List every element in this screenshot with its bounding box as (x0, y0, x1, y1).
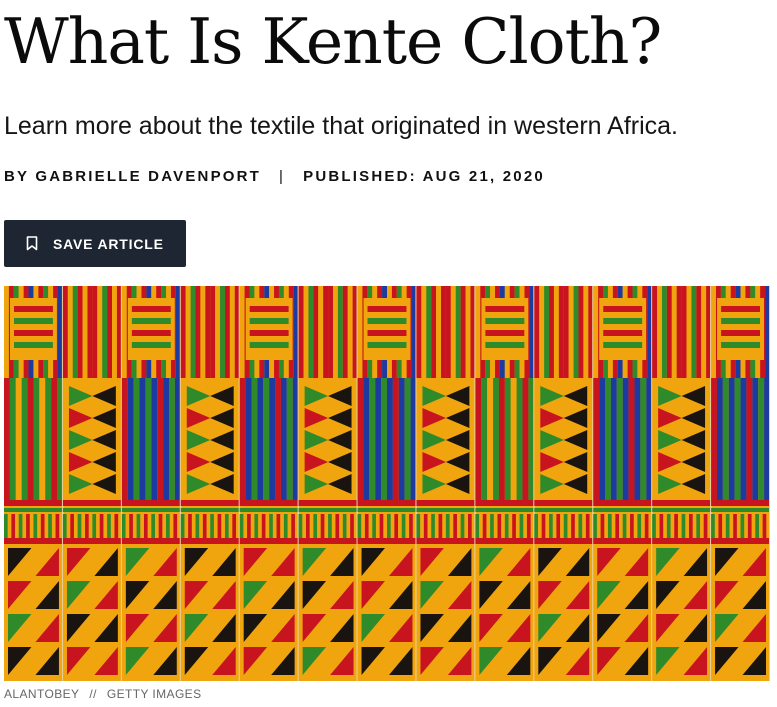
article-dek: Learn more about the textile that origin… (4, 112, 678, 140)
credit-separator: // (89, 687, 97, 701)
hero-image-kente-cloth (4, 286, 770, 681)
article-headline: What Is Kente Cloth? (4, 5, 662, 78)
publish-date: PUBLISHED: AUG 21, 2020 (303, 168, 545, 185)
byline: BY GABRIELLE DAVENPORT | PUBLISHED: AUG … (4, 167, 545, 187)
byline-separator: | (279, 168, 286, 185)
credit-agency: GETTY IMAGES (106, 687, 202, 701)
author-byline[interactable]: BY GABRIELLE DAVENPORT (4, 167, 261, 187)
save-article-label: SAVE ARTICLE (53, 235, 164, 252)
image-credit: ALANTOBEY // GETTY IMAGES (4, 686, 202, 702)
bookmark-icon (26, 236, 38, 251)
save-article-button[interactable]: SAVE ARTICLE (4, 220, 186, 267)
credit-author: ALANTOBEY (4, 687, 80, 701)
